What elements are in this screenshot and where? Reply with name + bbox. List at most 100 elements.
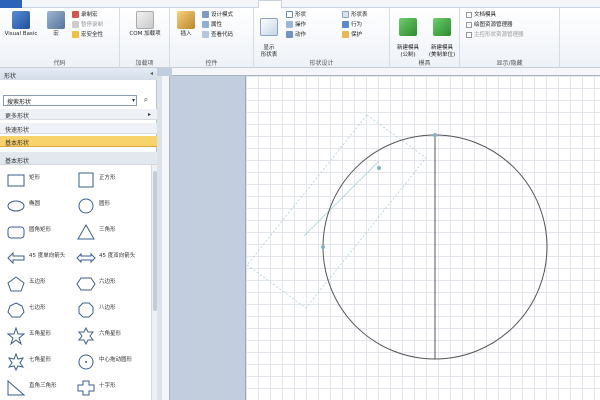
new-stencil-metric-label: 新建模具 (公制) xyxy=(396,45,419,58)
star-6-icon xyxy=(78,327,94,345)
control-handle[interactable] xyxy=(377,166,381,170)
pause-icon xyxy=(72,21,79,28)
more-shapes-item[interactable]: 更多形状 ▸ xyxy=(0,109,157,120)
selection-guide-line xyxy=(303,160,380,237)
shape-item-label: 正方形 xyxy=(99,175,116,181)
protection-button[interactable]: 保护 xyxy=(342,31,362,40)
shape-item-triangle[interactable]: 三角形 xyxy=(73,221,145,243)
search-icon[interactable]: ⌕ xyxy=(140,95,152,106)
stencil-title: 基本形状 xyxy=(0,152,157,165)
single-arrow-icon xyxy=(7,251,25,265)
shapes-panel-title: 形状 xyxy=(4,73,17,80)
drawing-explorer-checkbox[interactable]: 绘图资源管理器 xyxy=(466,21,513,30)
ribbon-tab-strip xyxy=(0,0,600,8)
shape-item-label: 45 度单向箭头 xyxy=(29,253,66,259)
view-code-button[interactable]: 查看代码 xyxy=(202,31,233,40)
shape-item-pentagon[interactable]: 五边形 xyxy=(3,273,75,295)
macros-button[interactable]: 宏 xyxy=(44,11,68,38)
shape-item-ellipse[interactable]: 椭圆 xyxy=(3,195,75,217)
shape-dropdown[interactable]: 形状 xyxy=(286,11,306,20)
shape-item-rectangle[interactable]: 矩形 xyxy=(3,169,75,191)
shape-item-heptagon[interactable]: 七边形 xyxy=(3,299,75,321)
show-shapesheet-button[interactable]: 显示 形状表 xyxy=(256,11,282,59)
design-mode-button[interactable]: 设计模式 xyxy=(202,11,233,20)
lock-icon xyxy=(342,31,349,38)
shape-item-star-7[interactable]: 七角星形 xyxy=(3,351,75,373)
group-show-hide-label: 显示/隐藏 xyxy=(496,60,523,67)
right-triangle-icon xyxy=(7,379,26,396)
group-shape-design: 显示 形状表 形状 操作 动作 形状表 行为 保护 形状设计 xyxy=(254,8,390,68)
octagon-icon xyxy=(78,302,94,318)
visual-basic-button[interactable]: Visual Basic xyxy=(2,11,40,38)
actions-dropdown[interactable]: 动作 xyxy=(286,31,306,40)
ellipse-icon xyxy=(7,200,25,212)
shape-item-circle[interactable]: 圆形 xyxy=(73,195,145,217)
macro-security-button[interactable]: 宏安全性 xyxy=(72,31,103,40)
shape-item-double-arrow[interactable]: 45 度双向箭头 xyxy=(73,247,145,269)
behavior-button[interactable]: 行为 xyxy=(342,21,362,30)
insert-control-icon xyxy=(177,11,195,29)
record-macro-button[interactable]: 录制宏 xyxy=(72,11,98,20)
properties-button[interactable]: 属性 xyxy=(202,21,222,30)
macro-security-label: 宏安全性 xyxy=(81,32,104,38)
horizontal-ruler xyxy=(172,68,600,76)
chevron-down-icon[interactable]: ▾ xyxy=(132,97,135,104)
shape-item-rounded-rectangle[interactable]: 圆角矩形 xyxy=(3,221,75,243)
cross-icon xyxy=(77,380,95,396)
basic-shapes-item[interactable]: 基本形状 xyxy=(0,136,157,147)
checkbox-icon xyxy=(466,31,472,38)
quick-shapes-label: 快速形状 xyxy=(5,127,30,134)
operations-dropdown[interactable]: 操作 xyxy=(286,21,306,30)
pause-recording-button[interactable]: 暂停录制 xyxy=(72,21,103,30)
pause-recording-label: 暂停录制 xyxy=(81,22,104,28)
group-controls-label: 控件 xyxy=(205,60,218,67)
view-code-icon xyxy=(202,31,209,38)
insert-control-button[interactable]: 插入 xyxy=(173,11,199,38)
panel-menu-icon[interactable]: ◂ xyxy=(150,70,153,77)
new-stencil-metric-button[interactable]: 新建模具 (公制) xyxy=(392,11,424,59)
master-explorer-checkbox[interactable]: 主控形状资源管理器 xyxy=(466,31,524,40)
quick-shapes-item[interactable]: 快速形状 xyxy=(0,123,157,134)
actions-icon xyxy=(286,31,293,38)
shape-item-label: 椭圆 xyxy=(29,201,41,207)
shape-item-single-arrow[interactable]: 45 度单向箭头 xyxy=(3,247,75,269)
shape-item-label: 45 度双向箭头 xyxy=(99,253,136,259)
shape-item-hexagon[interactable]: 六边形 xyxy=(73,273,145,295)
shape-item-center-drag-circle[interactable]: 中心拖动圆形 xyxy=(73,351,145,373)
drawing-page[interactable] xyxy=(245,76,600,400)
more-shapes-label: 更多形状 xyxy=(5,113,30,120)
shape-item-label: 五角星形 xyxy=(29,331,52,337)
behavior-label: 行为 xyxy=(351,22,363,28)
new-stencil-us-button[interactable]: 新建模具 (美制单位) xyxy=(425,11,459,59)
document-stencil-checkbox[interactable]: 文档模具 xyxy=(466,11,496,20)
group-controls: 插入 设计模式 属性 查看代码 控件 xyxy=(170,8,254,68)
shape-item-star-6[interactable]: 六角星形 xyxy=(73,325,145,347)
connection-handle[interactable] xyxy=(433,133,437,137)
square-icon xyxy=(78,172,94,188)
shape-icon xyxy=(286,11,293,18)
shape-item-right-triangle[interactable]: 直角三角形 xyxy=(3,377,75,399)
shape-item-label: 五边形 xyxy=(29,279,46,285)
macros-icon xyxy=(47,11,65,29)
shape-item-cross[interactable]: 十字形 xyxy=(73,377,145,399)
design-mode-icon xyxy=(202,11,209,18)
shape-item-label: 六角星形 xyxy=(99,331,122,337)
shape-item-label: 圆形 xyxy=(99,201,111,207)
shape-item-label: 三角形 xyxy=(99,227,116,233)
shape-item-star-5[interactable]: 五角星形 xyxy=(3,325,75,347)
shapesheet-dropdown[interactable]: 形状表 xyxy=(342,11,368,20)
shape-item-square[interactable]: 正方形 xyxy=(73,169,145,191)
ribbon: Visual Basic 宏 录制宏 暂停录制 宏安全性 代码 COM 加载项 … xyxy=(0,8,600,68)
shapesheet-icon xyxy=(260,18,278,36)
shape-item-label: 十字形 xyxy=(99,383,116,389)
shape-item-octagon[interactable]: 八边形 xyxy=(73,299,145,321)
control-handle[interactable] xyxy=(321,245,325,249)
stencil-title-label: 基本形状 xyxy=(5,158,30,165)
shape-search-input[interactable]: 搜索形状 ▾ xyxy=(3,95,137,106)
file-tab[interactable] xyxy=(0,0,22,8)
checkbox-icon xyxy=(466,11,472,18)
com-addins-button[interactable]: COM 加载项 xyxy=(122,11,168,38)
developer-tab[interactable] xyxy=(258,0,282,8)
shape-item-label: 矩形 xyxy=(29,175,41,181)
chevron-right-icon: ▸ xyxy=(147,111,151,118)
